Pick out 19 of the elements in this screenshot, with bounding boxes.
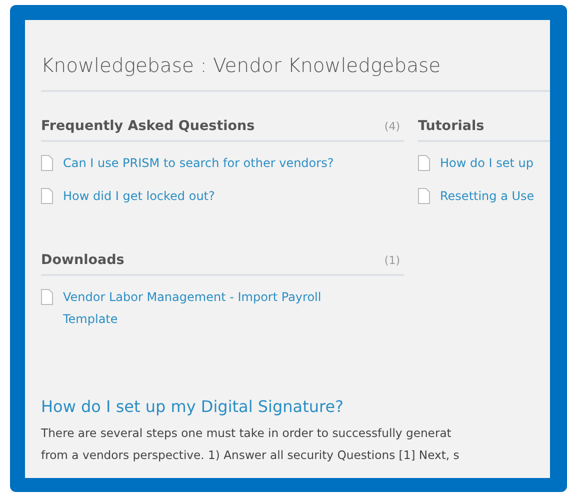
section-heading: Downloads (41, 252, 124, 268)
document-icon (41, 188, 53, 204)
section-heading: Tutorials (418, 118, 484, 134)
article-link[interactable]: Resetting a Use (440, 185, 534, 207)
page-title: Knowledgebase : Vendor Knowledgebase (41, 54, 550, 92)
article-text-line: There are several steps one must take in order to successfully generat (41, 425, 452, 442)
document-icon (41, 155, 53, 171)
article-title-link[interactable]: How do I set up my Digital Signature? (41, 397, 550, 416)
article-text-line: from a vendors perspective. 1) Answer all security Questions [1] Next, s (41, 447, 460, 464)
article-link[interactable]: Can I use PRISM to search for other vendors? (63, 152, 334, 174)
article-link[interactable]: Vendor Labor Management - Import Payroll Template (63, 286, 363, 330)
article-link[interactable]: How do I set up (440, 152, 534, 174)
article-link[interactable]: How did I get locked out? (63, 185, 215, 207)
document-icon (41, 289, 53, 305)
item-count: (1) (384, 254, 401, 267)
item-count: (4) (384, 120, 401, 133)
section-heading: Frequently Asked Questions (41, 118, 255, 134)
document-icon (418, 155, 430, 171)
document-icon (418, 188, 430, 204)
